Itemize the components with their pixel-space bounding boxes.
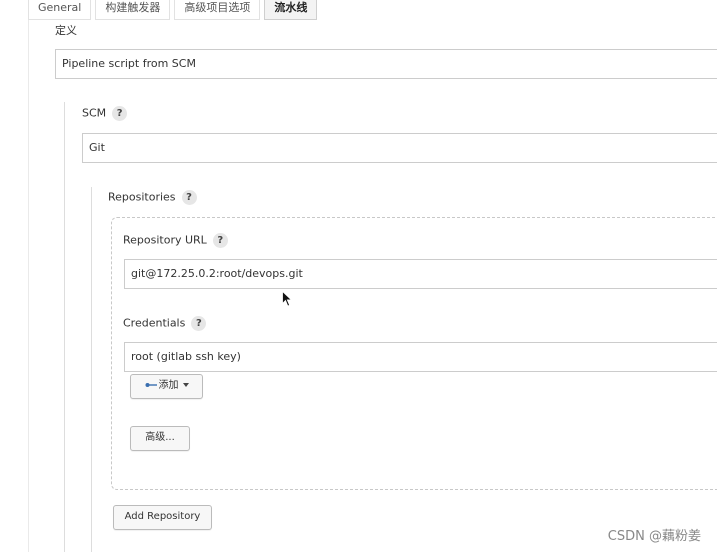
pipeline-config-page: General 构建触发器 高级项目选项 流水线 定义 Pipeline scr… bbox=[0, 0, 717, 552]
scm-select[interactable]: Git bbox=[82, 133, 717, 163]
tab-advanced-project-options[interactable]: 高级项目选项 bbox=[174, 0, 261, 20]
key-icon bbox=[145, 383, 157, 387]
definition-select[interactable]: Pipeline script from SCM bbox=[55, 49, 717, 79]
scm-nested-line bbox=[91, 187, 92, 552]
add-credentials-button[interactable]: 添加 bbox=[130, 374, 203, 399]
csdn-watermark: CSDN @藕粉姜 bbox=[607, 529, 701, 544]
repositories-label: Repositories bbox=[108, 190, 176, 204]
tab-general[interactable]: General bbox=[28, 0, 92, 20]
repository-url-input[interactable]: git@172.25.0.2:root/devops.git bbox=[124, 259, 717, 289]
scm-label-row: SCM? bbox=[82, 106, 128, 121]
repository-url-label: Repository URL bbox=[123, 233, 207, 247]
credentials-select[interactable]: root (gitlab ssh key) bbox=[124, 342, 717, 372]
config-tabs: General 构建触发器 高级项目选项 流水线 bbox=[28, 0, 321, 22]
repository-url-label-row: Repository URL? bbox=[123, 233, 228, 248]
repositories-label-row: Repositories? bbox=[108, 190, 197, 205]
credentials-label-row: Credentials? bbox=[123, 316, 207, 331]
scm-help-icon[interactable]: ? bbox=[112, 106, 128, 121]
scm-label: SCM bbox=[82, 106, 107, 120]
repositories-help-icon[interactable]: ? bbox=[181, 190, 197, 205]
tab-build-triggers[interactable]: 构建触发器 bbox=[95, 0, 171, 20]
advanced-button[interactable]: 高级... bbox=[130, 426, 190, 451]
definition-label: 定义 bbox=[55, 24, 77, 37]
section-border bbox=[28, 20, 29, 552]
add-credentials-label: 添加 bbox=[158, 380, 179, 391]
tab-pipeline[interactable]: 流水线 bbox=[264, 0, 318, 20]
chevron-down-icon bbox=[182, 383, 189, 387]
credentials-label: Credentials bbox=[123, 316, 186, 330]
add-repository-button[interactable]: Add Repository bbox=[113, 505, 212, 530]
repository-url-help-icon[interactable]: ? bbox=[212, 233, 228, 248]
definition-nested-line bbox=[64, 102, 65, 552]
credentials-help-icon[interactable]: ? bbox=[191, 316, 207, 331]
mouse-cursor-icon bbox=[282, 291, 293, 307]
